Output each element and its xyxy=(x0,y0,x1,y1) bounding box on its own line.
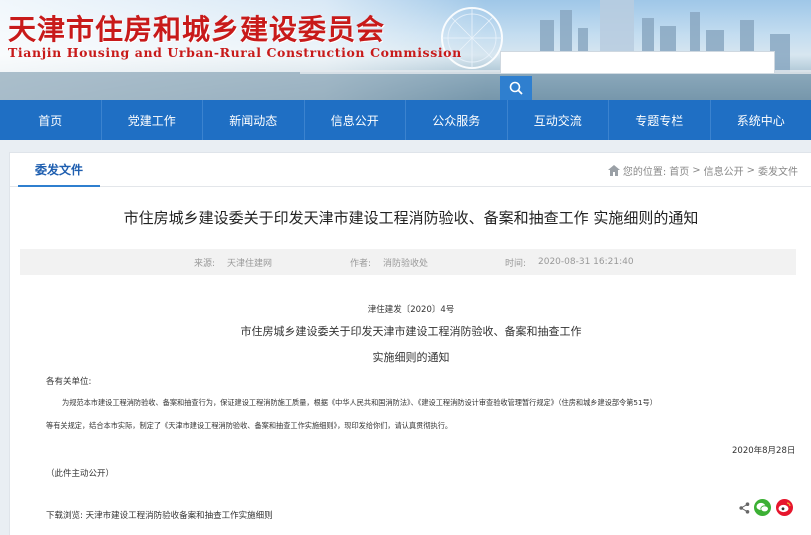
download-link[interactable]: 天津市建设工程消防验收备案和抽查工作实施细则 xyxy=(86,511,273,521)
nav-item-party-building[interactable]: 党建工作 xyxy=(102,100,203,140)
document-title-line2: 实施细则的通知 xyxy=(372,351,450,364)
breadcrumb-separator: > xyxy=(692,165,701,176)
panel-header: 委发文件 您的位置: 首页 > 信息公开 > 委发文件 xyxy=(10,153,811,187)
weibo-share-button[interactable] xyxy=(776,499,793,516)
site-subtitle: Tianjin Housing and Urban-Rural Construc… xyxy=(8,45,462,60)
wechat-icon xyxy=(756,502,769,513)
river-graphic xyxy=(0,72,811,100)
nav-item-special-topics[interactable]: 专题专栏 xyxy=(609,100,711,140)
main-nav: 首页 党建工作 新闻动态 信息公开 公众服务 互动交流 专题专栏 系统中心 xyxy=(0,100,811,140)
breadcrumb-item-info[interactable]: 信息公开 xyxy=(704,163,744,178)
meta-time-label: 时间: xyxy=(505,258,527,269)
paragraph-line2: 等有关规定，结合本市实际，制定了《天津市建设工程消防验收、备案和抽查工作实施细则… xyxy=(46,421,453,430)
download-label: 下载浏览: xyxy=(46,511,83,521)
nav-item-news[interactable]: 新闻动态 xyxy=(203,100,305,140)
meta-author-label: 作者: xyxy=(350,258,372,269)
header-banner: 天津市住房和城乡建设委员会 Tianjin Housing and Urban-… xyxy=(0,0,811,100)
breadcrumb: 您的位置: 首页 > 信息公开 > 委发文件 xyxy=(607,163,798,178)
article-meta: 来源: 天津住建网 作者: 消防验收处 时间: 2020-08-31 16:21… xyxy=(20,249,796,275)
content-panel: 委发文件 您的位置: 首页 > 信息公开 > 委发文件 市住房城乡建设委关于印发… xyxy=(9,152,811,535)
site-title: 天津市住房和城乡建设委员会 xyxy=(8,13,386,46)
download-section: 下载浏览: 天津市建设工程消防验收备案和抽查工作实施细则 xyxy=(46,509,273,521)
meta-source-label: 来源: xyxy=(194,258,216,269)
article-title: 市住房城乡建设委关于印发天津市建设工程消防验收、备案和抽查工作 实施细则的通知 xyxy=(123,209,699,227)
document-number: 津住建发〔2020〕4号 xyxy=(367,305,455,315)
meta-source-value: 天津住建网 xyxy=(227,258,273,269)
document-title-line1: 市住房城乡建设委关于印发天津市建设工程消防验收、备案和抽查工作 xyxy=(240,325,582,338)
share-button[interactable] xyxy=(738,501,750,515)
nav-item-public-service[interactable]: 公众服务 xyxy=(406,100,508,140)
search-button[interactable] xyxy=(500,76,532,100)
search-input[interactable] xyxy=(501,53,774,73)
home-icon xyxy=(607,165,620,176)
meta-time-value: 2020-08-31 16:21:40 xyxy=(538,257,634,267)
document-date: 2020年8月28日 xyxy=(732,446,796,456)
breadcrumb-prefix: 您的位置: xyxy=(622,167,667,178)
breadcrumb-item-current[interactable]: 委发文件 xyxy=(758,163,798,178)
tab-committee-documents[interactable]: 委发文件 xyxy=(18,153,100,187)
search-icon xyxy=(509,81,523,95)
paragraph-line1: 为规范本市建设工程消防验收、备案和抽查行为，保证建设工程消防施工质量，根据《中华… xyxy=(62,398,657,407)
nav-item-interaction[interactable]: 互动交流 xyxy=(508,100,609,140)
weibo-icon xyxy=(778,502,791,513)
share-icon xyxy=(738,502,749,514)
search-field-wrapper xyxy=(500,51,775,73)
breadcrumb-separator: > xyxy=(746,165,755,176)
nav-item-info-disclosure[interactable]: 信息公开 xyxy=(305,100,406,140)
wechat-share-button[interactable] xyxy=(754,499,771,516)
meta-author-value: 消防验收处 xyxy=(383,258,429,269)
salutation: 各有关单位: xyxy=(46,377,92,387)
public-note: （此件主动公开） xyxy=(46,469,115,479)
nav-item-system-center[interactable]: 系统中心 xyxy=(711,100,811,140)
nav-item-home[interactable]: 首页 xyxy=(0,100,102,140)
breadcrumb-item-home[interactable]: 首页 xyxy=(669,163,689,178)
